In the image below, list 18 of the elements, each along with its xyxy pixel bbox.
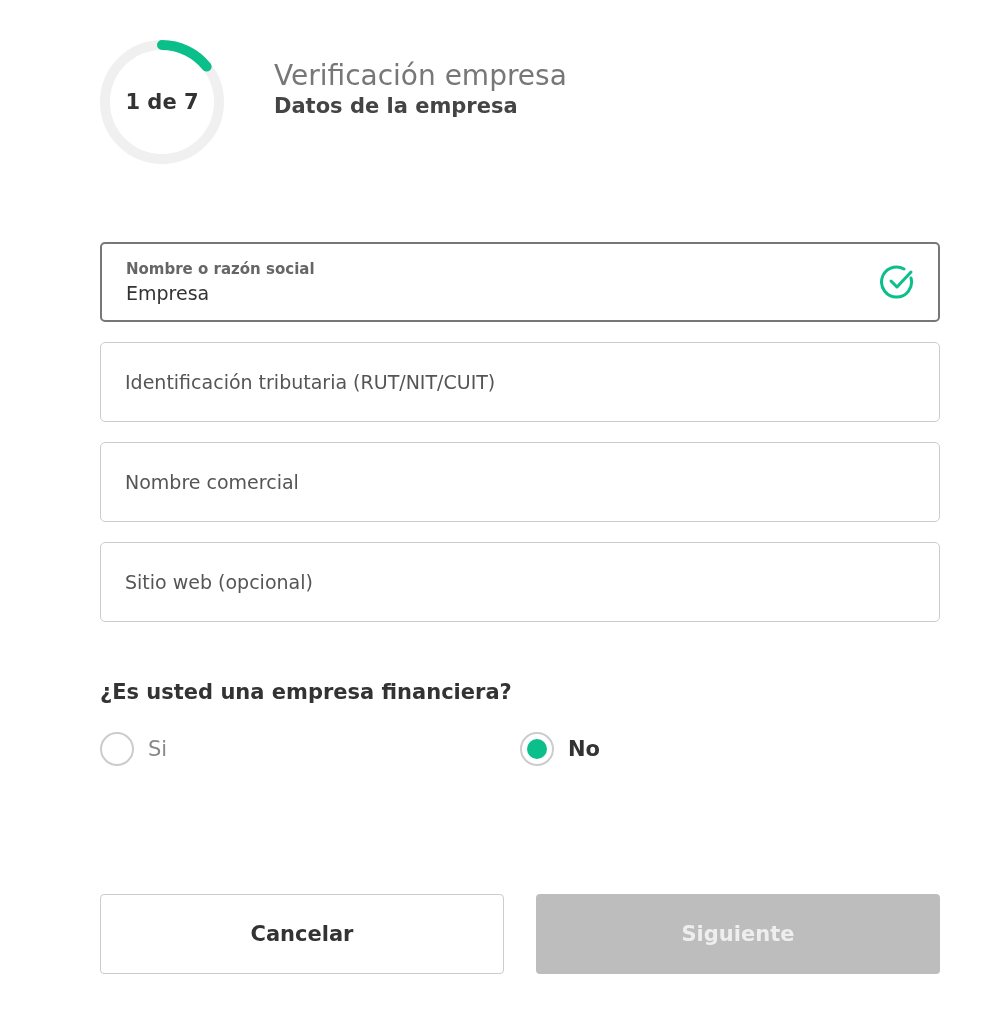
step-counter: 1 de 7 (124, 90, 200, 114)
text-field[interactable]: Identificación tributaria (RUT/NIT/CUIT) (100, 342, 940, 422)
text-field[interactable]: Nombre comercial (100, 442, 940, 522)
text-field[interactable]: Nombre o razón social Empresa (100, 242, 940, 322)
radio-label[interactable]: No (568, 737, 600, 761)
text-input[interactable]: Identificación tributaria (RUT/NIT/CUIT) (125, 371, 917, 393)
page-subtitle: Datos de la empresa (274, 93, 519, 118)
text-input[interactable]: Nombre comercial (125, 471, 917, 493)
text-input[interactable]: Sitio web (opcional) (125, 571, 917, 593)
cancel-button[interactable]: Cancelar (100, 894, 504, 974)
radio-label[interactable]: Si (148, 737, 168, 761)
text-input[interactable]: Empresa (126, 282, 880, 304)
question-text: ¿Es usted una empresa financiera? (100, 680, 513, 704)
field-label: Nombre o razón social (126, 260, 316, 278)
text-field[interactable]: Sitio web (opcional) (100, 542, 940, 622)
radio-button[interactable] (100, 732, 134, 766)
page-title: Verificación empresa (274, 58, 567, 92)
radio-button[interactable] (520, 732, 554, 766)
